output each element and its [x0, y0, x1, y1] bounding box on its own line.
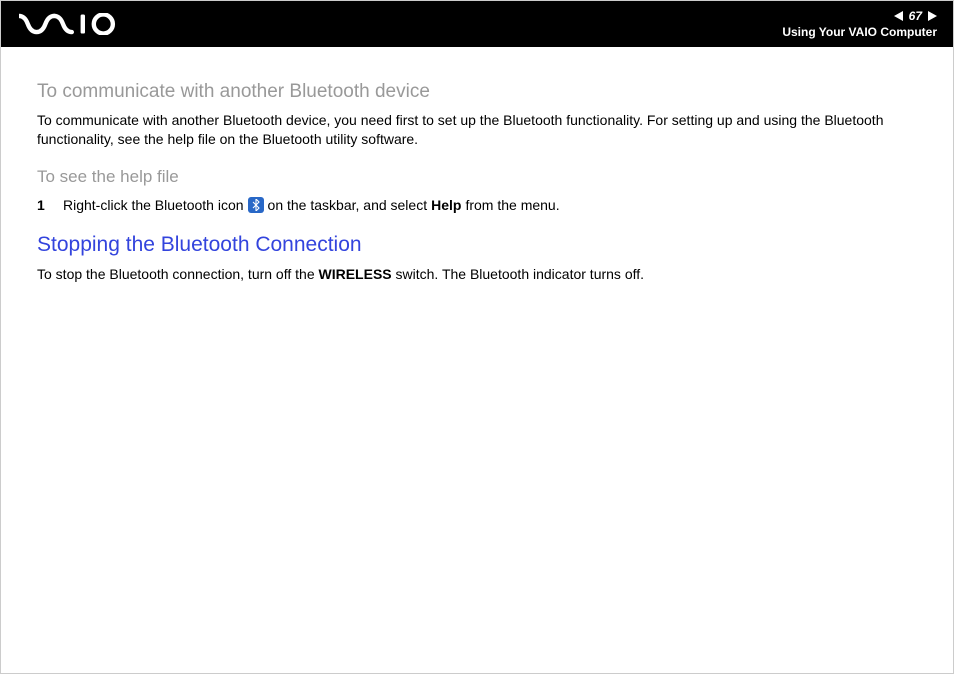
step-text-mid: on the taskbar, and select	[268, 197, 428, 213]
page-number: 67	[909, 9, 922, 23]
bluetooth-icon	[248, 197, 264, 213]
step-text-help-bold: Help	[431, 197, 461, 213]
para2-before: To stop the Bluetooth connection, turn o…	[37, 266, 315, 282]
page-content: To communicate with another Bluetooth de…	[1, 47, 953, 284]
heading-communicate: To communicate with another Bluetooth de…	[37, 81, 917, 103]
paragraph-communicate: To communicate with another Bluetooth de…	[37, 111, 917, 149]
heading-stopping: Stopping the Bluetooth Connection	[37, 233, 917, 257]
page-navigation: 67	[782, 9, 937, 23]
heading-help-file: To see the help file	[37, 167, 917, 187]
step-number: 1	[37, 197, 49, 213]
vaio-logo-svg	[19, 13, 122, 35]
step-1: 1 Right-click the Bluetooth icon on the …	[37, 197, 917, 213]
vaio-logo	[19, 13, 122, 35]
step-text-before: Right-click the Bluetooth icon	[63, 197, 244, 213]
paragraph-stopping: To stop the Bluetooth connection, turn o…	[37, 265, 917, 284]
para2-after: switch. The Bluetooth indicator turns of…	[396, 266, 645, 282]
section-label: Using Your VAIO Computer	[782, 25, 937, 39]
step-text: Right-click the Bluetooth icon on the ta…	[63, 197, 560, 213]
prev-page-arrow-icon[interactable]	[894, 11, 903, 21]
header-right: 67 Using Your VAIO Computer	[782, 9, 937, 39]
step-text-after: from the menu.	[465, 197, 559, 213]
next-page-arrow-icon[interactable]	[928, 11, 937, 21]
header-bar: 67 Using Your VAIO Computer	[1, 1, 953, 47]
para2-wireless-bold: WIRELESS	[319, 266, 392, 282]
